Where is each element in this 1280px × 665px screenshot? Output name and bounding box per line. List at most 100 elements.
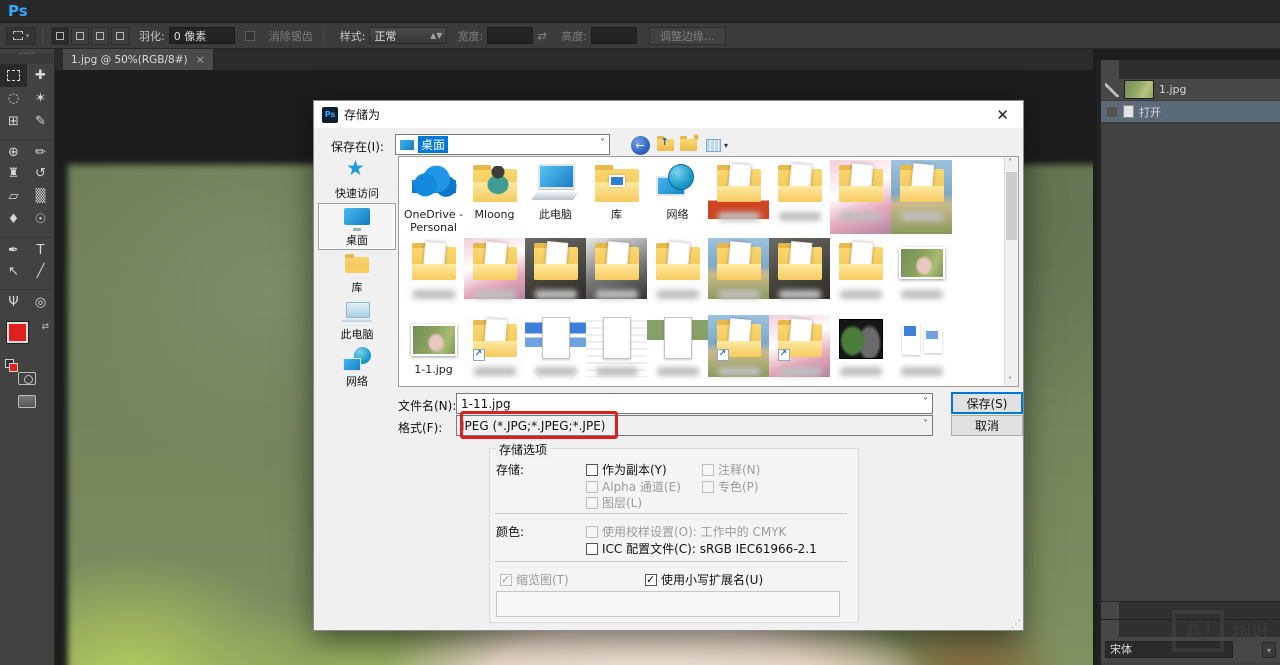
file-mloong[interactable]: Mloong <box>464 160 525 234</box>
place-quick-access[interactable]: 快速访问 <box>318 156 396 203</box>
file-item[interactable] <box>586 238 647 299</box>
line-tool[interactable]: ╱ <box>27 260 54 283</box>
file-item[interactable] <box>708 315 769 377</box>
new-folder-button[interactable] <box>677 134 699 156</box>
dodge-tool[interactable]: ☉ <box>27 208 54 231</box>
path-select-tool[interactable]: ↖ <box>0 260 27 283</box>
lowercase-extension-checkbox[interactable]: 使用小写扩展名(U) <box>645 571 763 588</box>
swap-colors-icon[interactable]: ⇄ <box>41 322 49 332</box>
blurred-label <box>596 367 638 376</box>
file-item[interactable] <box>647 315 708 377</box>
new-selection-button[interactable] <box>51 27 69 45</box>
blurred-label <box>474 290 516 299</box>
chevron-down-icon[interactable]: ▾ <box>1262 642 1276 658</box>
file-icon <box>591 160 643 208</box>
tab-character[interactable] <box>1101 620 1119 637</box>
icc-profile-checkbox[interactable]: ICC 配置文件(C): sRGB IEC61966-2.1 <box>586 540 817 557</box>
tools-panel-header[interactable] <box>0 53 54 64</box>
history-state-open[interactable]: 打开 <box>1101 101 1280 123</box>
tab-brush[interactable] <box>1101 602 1119 619</box>
close-dialog-button[interactable]: ✕ <box>990 106 1015 124</box>
close-document-icon[interactable]: × <box>196 53 205 66</box>
font-family-field[interactable]: 宋体 <box>1105 641 1233 658</box>
crop-tool[interactable]: ⊞ <box>0 110 27 133</box>
type-tool[interactable]: T <box>27 237 54 260</box>
subtract-selection-button[interactable] <box>91 27 109 45</box>
file-1-1-jpg[interactable]: 1-1.jpg <box>403 315 464 377</box>
brush-tool[interactable]: ✏ <box>27 139 54 162</box>
intersect-selection-button[interactable] <box>111 27 129 45</box>
up-one-level-button[interactable] <box>654 134 676 156</box>
file-item[interactable] <box>769 315 830 377</box>
file-item[interactable] <box>586 315 647 377</box>
tool-icon: T <box>37 244 45 257</box>
document-tab[interactable]: 1.jpg @ 50%(RGB/8#) × <box>63 49 214 70</box>
scrollbar[interactable] <box>1004 157 1018 386</box>
healing-brush-tool[interactable]: ⊕ <box>0 139 27 162</box>
file-item[interactable] <box>464 315 525 377</box>
scrollbar-thumb[interactable] <box>1006 172 1017 240</box>
clone-stamp-tool[interactable]: ♜ <box>0 162 27 185</box>
feather-input[interactable]: 0 像素 <box>169 27 235 44</box>
eraser-tool[interactable]: ▱ <box>0 185 27 208</box>
history-snapshot-1jpg[interactable]: 1.jpg <box>1101 79 1280 101</box>
tab-actions[interactable] <box>1119 60 1137 79</box>
store-label: 存储: <box>496 461 524 478</box>
blur-tool[interactable]: ♦ <box>0 208 27 231</box>
rect-marquee-tool[interactable] <box>0 64 27 87</box>
foreground-color-swatch[interactable] <box>7 322 28 343</box>
file-item[interactable] <box>891 315 952 377</box>
save-in-combobox[interactable]: 桌面 <box>395 134 610 155</box>
file-icon <box>896 160 948 208</box>
view-menu-button[interactable]: ▾ <box>702 134 732 156</box>
back-button[interactable]: ← <box>629 134 651 156</box>
place-desktop[interactable]: 桌面 <box>318 203 396 250</box>
file-item[interactable] <box>403 238 464 299</box>
place-network[interactable]: 网络 <box>318 344 396 391</box>
place-this-pc[interactable]: 此电脑 <box>318 297 396 344</box>
tab-history[interactable] <box>1101 60 1119 79</box>
file-item[interactable] <box>769 238 830 299</box>
file-item[interactable] <box>525 238 586 299</box>
tab-brush-presets[interactable] <box>1119 602 1137 619</box>
file-network[interactable]: 网络 <box>647 160 708 234</box>
zoom-tool[interactable]: ◎ <box>27 289 54 312</box>
file-item[interactable] <box>464 238 525 299</box>
place-libraries[interactable]: 库 <box>318 250 396 297</box>
gradient-tool[interactable]: ▒ <box>27 185 54 208</box>
file-item[interactable] <box>891 160 952 234</box>
file-item[interactable] <box>830 160 891 234</box>
magic-wand-tool[interactable]: ✶ <box>27 87 54 110</box>
file-item[interactable] <box>830 238 891 299</box>
save-button[interactable]: 保存(S) <box>951 392 1023 414</box>
save-as-dialog: Ps 存储为 ✕ 保存在(I): 桌面 ← ▾ 快速访问 桌面 库 此电脑 网络 <box>313 100 1024 631</box>
file-libraries[interactable]: 库 <box>586 160 647 234</box>
file-item[interactable] <box>647 238 708 299</box>
file-item[interactable] <box>830 315 891 377</box>
file-item[interactable] <box>708 238 769 299</box>
history-brush-tool[interactable]: ↺ <box>27 162 54 185</box>
lasso-tool[interactable]: ◌ <box>0 87 27 110</box>
tab-paragraph[interactable] <box>1119 620 1137 637</box>
as-copy-checkbox[interactable]: 作为副本(Y) <box>586 461 667 478</box>
add-selection-button[interactable] <box>71 27 89 45</box>
file-item[interactable] <box>525 315 586 377</box>
chevron-updown-icon: ▲▼ <box>430 31 442 40</box>
file-item[interactable] <box>891 238 952 299</box>
tool-preset-picker[interactable]: ▾ <box>6 27 36 45</box>
file-item[interactable] <box>708 160 769 234</box>
quick-mask-button[interactable] <box>18 372 36 385</box>
move-tool[interactable]: ✚ <box>27 64 54 87</box>
default-colors-icon[interactable] <box>5 359 14 368</box>
pen-tool[interactable]: ✒ <box>0 237 27 260</box>
blurred-label <box>779 290 821 299</box>
cancel-button[interactable]: 取消 <box>951 415 1023 436</box>
eyedropper-tool[interactable]: ✎ <box>27 110 54 133</box>
file-onedrive[interactable]: OneDrive - Personal <box>403 160 464 234</box>
file-this-pc[interactable]: 此电脑 <box>525 160 586 234</box>
resize-grip[interactable]: ⋰ <box>1011 619 1021 630</box>
file-item[interactable] <box>769 160 830 234</box>
hand-tool[interactable]: Ψ <box>0 289 27 312</box>
screen-mode-button[interactable] <box>18 395 36 408</box>
style-select[interactable]: 正常 ▲▼ <box>369 27 447 44</box>
